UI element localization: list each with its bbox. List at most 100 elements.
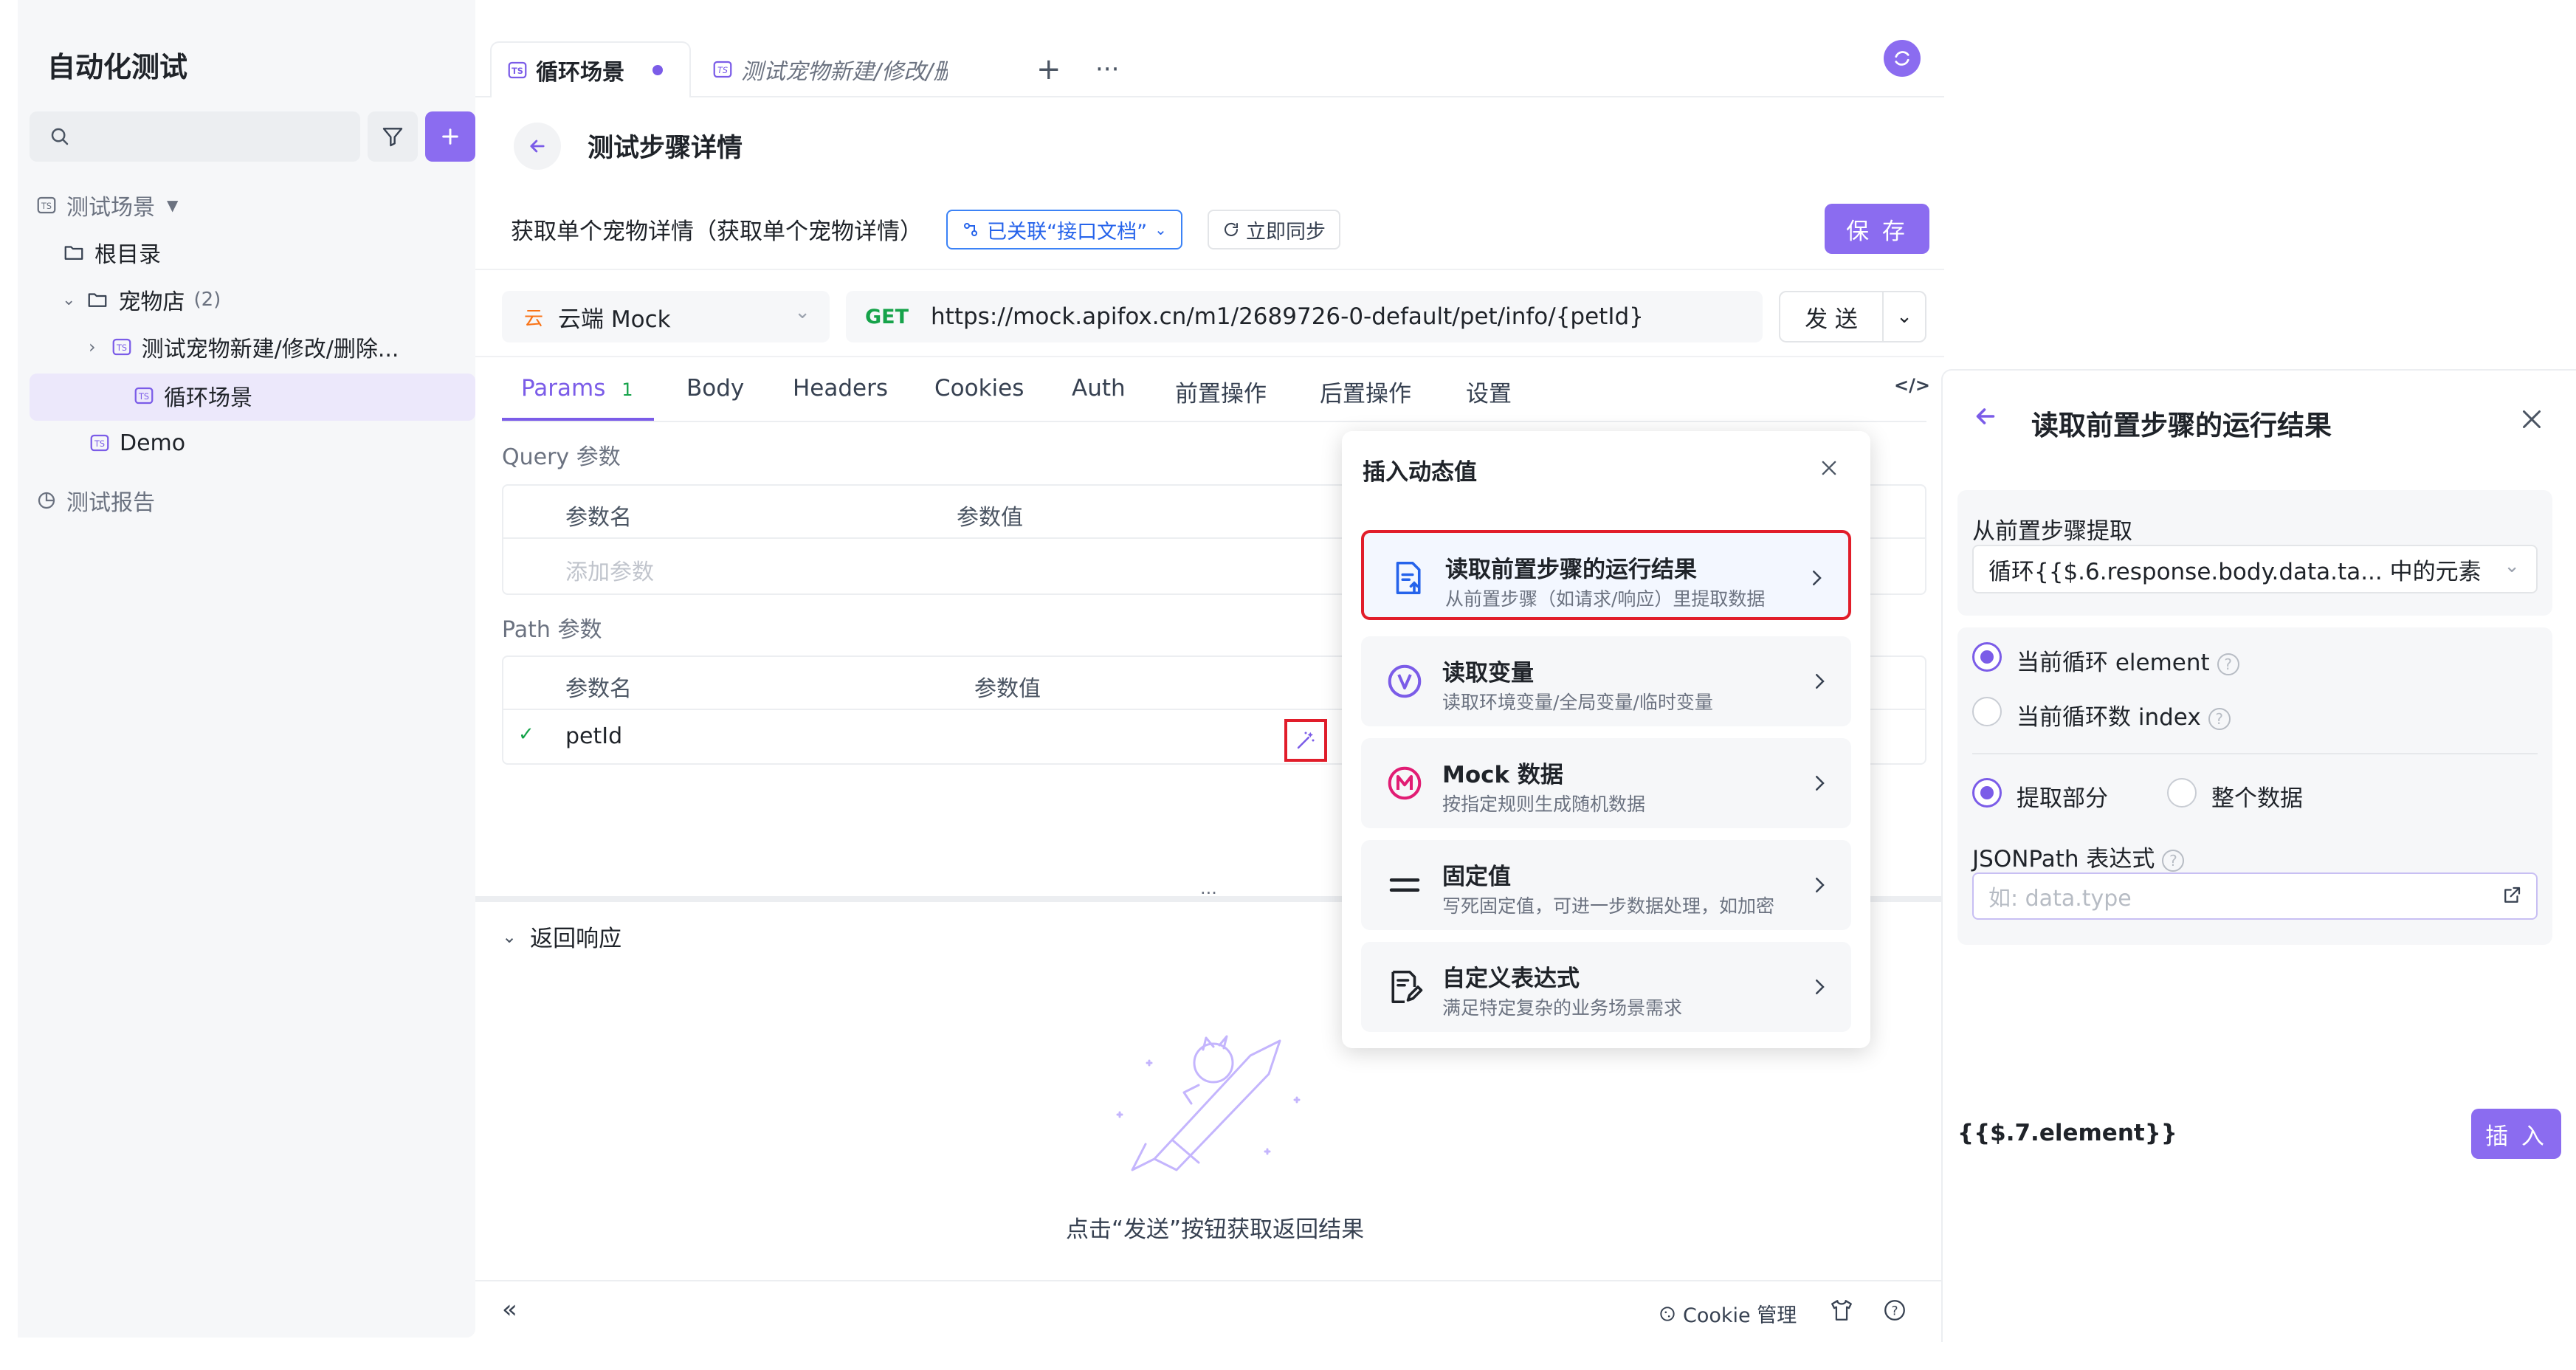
sync-status-icon[interactable] <box>1884 40 1921 77</box>
scene-icon: TS <box>712 58 734 80</box>
search-input[interactable] <box>30 111 360 162</box>
environment-select[interactable]: 云 云端 Mock ⌄ <box>502 291 830 342</box>
radio-label: 当前循环数 index? <box>2017 698 2231 732</box>
api-title: 获取单个宠物详情（获取单个宠物详情） <box>511 218 923 245</box>
tree-item-root[interactable]: 根目录 <box>62 230 161 275</box>
tab-auth[interactable]: Auth <box>1072 375 1126 402</box>
tree-item-label: 测试报告 <box>66 490 155 516</box>
jsonpath-input[interactable]: 如: data.type <box>1972 872 2538 920</box>
add-tab-plus-icon[interactable]: + <box>1022 41 1076 97</box>
extract-source-value: 循环{{$.6.response.body.data.ta... 中的元素 <box>1988 558 2482 585</box>
insert-dynamic-value-button[interactable] <box>1284 719 1327 762</box>
arrow-left-icon[interactable] <box>1972 403 1999 430</box>
help-icon[interactable]: ? <box>1882 1298 1907 1323</box>
close-icon[interactable] <box>1814 453 1844 483</box>
popup-item-subtitle: 按指定规则生成随机数据 <box>1442 794 1646 815</box>
splitter-handle-icon[interactable]: ··· <box>1200 883 1217 903</box>
jsonpath-label: JSONPath 表达式? <box>1972 840 2185 873</box>
tab-crud-scene[interactable]: TS 测试宠物新建/修改/删 <box>697 41 948 97</box>
edit-document-icon <box>1385 967 1425 1007</box>
chevron-right-icon[interactable]: › <box>89 337 96 357</box>
tree-item-label: Demo <box>120 430 186 456</box>
tree-item-label: 宠物店 <box>118 289 185 315</box>
divider <box>475 356 1944 357</box>
chevron-down-icon[interactable]: ⌄ <box>502 926 517 947</box>
scene-icon: TS <box>111 336 133 358</box>
linked-doc-button[interactable]: 已关联“接口文档” ⌄ <box>946 210 1182 249</box>
radio-label-text: 当前循环数 index <box>2017 704 2201 731</box>
help-icon[interactable]: ? <box>2162 849 2185 872</box>
back-button[interactable] <box>514 123 561 170</box>
active-tab-indicator <box>502 418 654 421</box>
external-link-icon[interactable] <box>2501 884 2523 906</box>
popup-item-prev-step-result[interactable]: 读取前置步骤的运行结果 从前置步骤（如请求/响应）里提取数据 <box>1361 530 1851 620</box>
more-tabs-icon[interactable]: ··· <box>1081 41 1134 97</box>
folder-icon <box>62 241 86 264</box>
tree-item-report[interactable]: 测试报告 <box>35 478 155 523</box>
cookie-manager-label: Cookie 管理 <box>1683 1304 1797 1327</box>
path-param-name[interactable]: petId <box>565 723 622 749</box>
insert-button[interactable]: 插 入 <box>2471 1109 2561 1159</box>
radio-label: 整个数据 <box>2211 785 2303 812</box>
variable-icon <box>1385 661 1425 701</box>
popup-item-fixed-value[interactable]: 固定值 写死固定值，可进一步数据处理，如加密 <box>1361 840 1851 930</box>
chevron-down-icon[interactable]: ⌄ <box>62 291 75 309</box>
tree-item-folder[interactable]: ⌄ 宠物店 (2) <box>62 278 221 322</box>
close-icon[interactable] <box>2518 406 2548 436</box>
extract-source-select[interactable]: 循环{{$.6.response.body.data.ta... 中的元素 ⌄ <box>1972 545 2538 593</box>
checkbox-check-icon[interactable]: ✓ <box>518 723 534 746</box>
divider <box>475 269 1944 270</box>
tree-item-scenes[interactable]: TS 测试场景 ▼ <box>35 183 178 227</box>
scene-icon: TS <box>133 385 155 407</box>
cloud-env-icon: 云 <box>524 307 544 330</box>
tab-params[interactable]: Params 1 <box>521 375 633 402</box>
popup-item-mock-data[interactable]: Mock 数据 按指定规则生成随机数据 <box>1361 738 1851 828</box>
tree-item-loop[interactable]: TS 循环场景 <box>133 374 252 418</box>
panel-title: 读取前置步骤的运行结果 <box>2031 410 2332 441</box>
help-icon[interactable]: ? <box>2208 707 2231 730</box>
magic-wand-icon <box>1295 729 1317 751</box>
chevron-down-icon: ⌄ <box>1154 221 1167 238</box>
caret-down-icon[interactable]: ▼ <box>167 196 178 214</box>
tab-settings[interactable]: 设置 <box>1466 375 1512 408</box>
add-button[interactable] <box>425 111 475 162</box>
response-header[interactable]: ⌄ 返回响应 <box>502 920 621 953</box>
popup-item-custom-expression[interactable]: 自定义表达式 满足特定复杂的业务场景需求 <box>1361 942 1851 1032</box>
http-method-badge: GET <box>865 305 909 328</box>
popup-item-title: 读取变量 <box>1442 660 1534 686</box>
document-upload-icon <box>1388 558 1428 598</box>
help-icon[interactable]: ? <box>2217 653 2239 675</box>
tab-body[interactable]: Body <box>686 375 744 402</box>
collapse-sidebar-icon[interactable]: « <box>502 1295 517 1324</box>
tab-loop-scene[interactable]: TS 循环场景 <box>490 41 691 97</box>
popup-item-subtitle: 满足特定复杂的业务场景需求 <box>1442 997 1683 1019</box>
send-options-chevron-icon[interactable]: ⌄ <box>1884 292 1925 341</box>
tab-cookies[interactable]: Cookies <box>934 375 1024 402</box>
jsonpath-placeholder: 如: data.type <box>1988 886 2132 912</box>
sync-now-button[interactable]: 立即同步 <box>1208 210 1340 249</box>
radio-current-index[interactable] <box>1972 697 2002 726</box>
tab-headers[interactable]: Headers <box>793 375 888 402</box>
sidebar: 自动化测试 TS 测试场景 ▼ 根目录 ⌄ 宠物店 (2) › TS 测试宠物新… <box>18 0 475 1338</box>
folder-icon <box>86 289 109 311</box>
filter-button[interactable] <box>368 111 418 162</box>
add-param-input[interactable]: 添加参数 <box>565 554 654 586</box>
tree-item-crud[interactable]: › TS 测试宠物新建/修改/删除... <box>89 325 399 369</box>
divider <box>1972 753 2538 754</box>
tab-post-operations[interactable]: 后置操作 <box>1320 375 1411 408</box>
send-button[interactable]: 发 送 <box>1780 292 1884 341</box>
save-button[interactable]: 保 存 <box>1825 204 1929 254</box>
report-icon <box>35 489 58 512</box>
radio-extract-part[interactable] <box>1972 778 2002 808</box>
tree-item-demo[interactable]: TS Demo <box>89 421 185 465</box>
code-icon[interactable]: </> <box>1894 375 1930 396</box>
url-input[interactable]: GET https://mock.apifox.cn/m1/2689726-0-… <box>846 291 1763 342</box>
radio-current-element[interactable] <box>1972 642 2002 672</box>
linked-doc-label: 已关联“接口文档” <box>987 220 1148 244</box>
radio-whole-data[interactable] <box>2167 778 2197 808</box>
popup-item-read-variable[interactable]: 读取变量 读取环境变量/全局变量/临时变量 <box>1361 636 1851 726</box>
cookie-manager-button[interactable]: Cookie 管理 <box>1658 1299 1797 1328</box>
tab-pre-operations[interactable]: 前置操作 <box>1175 375 1267 408</box>
shirt-icon[interactable] <box>1829 1298 1854 1323</box>
svg-text:?: ? <box>1891 1304 1898 1318</box>
